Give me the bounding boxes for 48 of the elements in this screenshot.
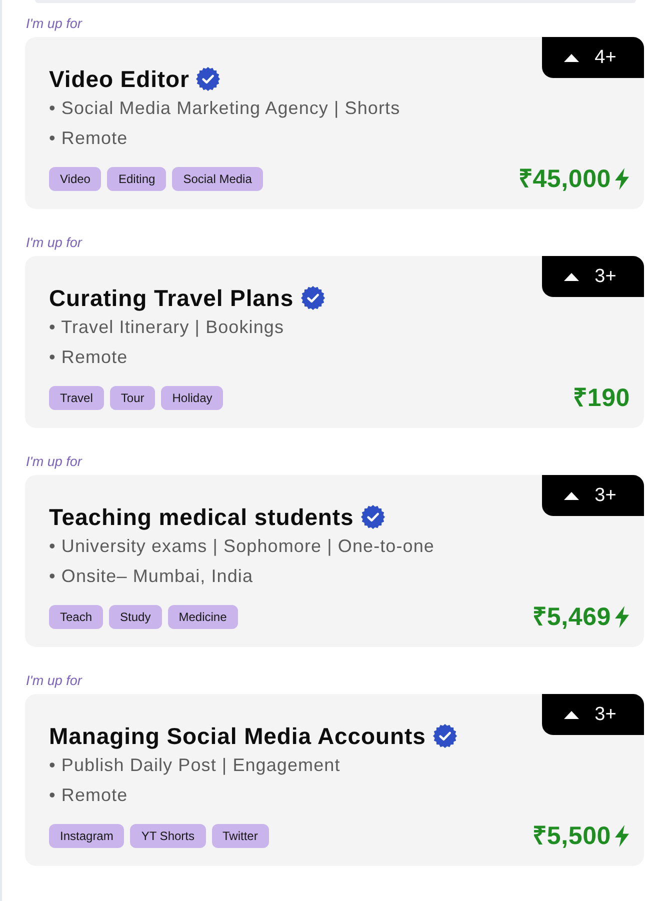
listing-title: Managing Social Media Accounts (49, 722, 426, 750)
listing-title: Video Editor (49, 65, 190, 93)
upvote-count: 3+ (594, 484, 616, 506)
triangle-up-icon (564, 492, 579, 500)
listing-detail: • Remote (49, 346, 129, 369)
listing-title: Teaching medical students (49, 503, 354, 531)
section-label: I'm up for (25, 235, 84, 251)
listing-detail: • Remote (49, 784, 129, 807)
listing-detail: • Social Media Marketing Agency | Shorts (49, 97, 402, 120)
listing-detail: • Onsite– Mumbai, India (49, 565, 254, 588)
section-label: I'm up for (25, 673, 84, 689)
skill-tag: Video (49, 167, 102, 191)
section-label: I'm up for (25, 16, 84, 32)
triangle-up-icon (564, 710, 579, 718)
skill-tag: Editing (107, 167, 166, 191)
skill-tag: Medicine (168, 605, 238, 629)
triangle-up-icon (564, 272, 579, 280)
skill-tag: Teach (49, 605, 104, 629)
listing-card[interactable]: 3+ Managing Social Media Accounts • Publish Daily Post | Engagement • Remote Instagram YT Shorts Twitter ₹5,500 (25, 694, 644, 866)
upvote-badge[interactable]: 3+ (542, 256, 644, 297)
upvote-count: 4+ (594, 46, 616, 68)
listing-detail: • Travel Itinerary | Bookings (49, 316, 286, 339)
skill-tag: Social Media (172, 167, 263, 191)
upvote-badge[interactable]: 3+ (542, 694, 644, 735)
skill-tag: Travel (49, 386, 104, 410)
skill-tag: Study (109, 605, 162, 629)
section-label: I'm up for (25, 454, 84, 470)
listing-card[interactable]: 3+ Curating Travel Plans • Travel Itinerary | Bookings • Remote Travel Tour Holiday ₹190 (25, 256, 644, 428)
skill-tag: Holiday (161, 386, 224, 410)
price: ₹5,469 (532, 603, 611, 631)
listing-card[interactable]: 4+ Video Editor • Social Media Marketing Agency | Shorts • Remote Video Editing Social Media ₹45,000 (25, 37, 644, 209)
triangle-up-icon (564, 54, 579, 62)
listing-detail: • Remote (49, 127, 129, 150)
skill-tag: Tour (110, 386, 156, 410)
upvote-badge[interactable]: 4+ (542, 37, 644, 78)
upvote-count: 3+ (594, 704, 616, 726)
listing-detail: • University exams | Sophomore | One-to-one (49, 535, 436, 558)
skill-tag: YT Shorts (130, 824, 206, 848)
price: ₹45,000 (518, 165, 611, 193)
price: ₹5,500 (532, 822, 611, 850)
price: ₹190 (573, 384, 630, 412)
listing-card[interactable]: 3+ Teaching medical students • University exams | Sophomore | One-to-one • Onsite– Mumbai, India Teach Study Medicine ₹5,469 (25, 475, 644, 647)
listing-title: Curating Travel Plans (49, 284, 294, 312)
upvote-count: 3+ (594, 266, 616, 288)
skill-tag: Twitter (212, 824, 269, 848)
upvote-badge[interactable]: 3+ (542, 475, 644, 516)
listing-detail: • Publish Daily Post | Engagement (49, 754, 342, 777)
skill-tag: Instagram (49, 824, 124, 848)
